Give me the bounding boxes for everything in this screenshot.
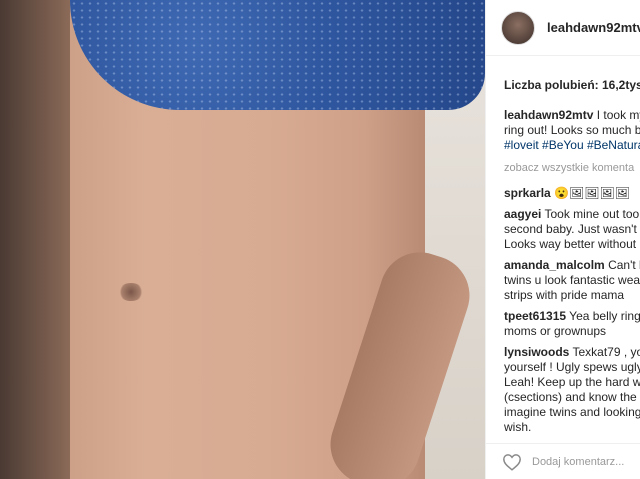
comment-item: tpeet61315 Yea belly rings moms or grown…	[504, 309, 640, 339]
post-header: leahdawn92mtv	[486, 0, 640, 56]
photo-blue-top	[70, 0, 485, 110]
post-photo[interactable]	[0, 0, 485, 479]
comment-author[interactable]: lynsiwoods	[504, 345, 569, 359]
photo-background	[0, 0, 70, 479]
comment-author[interactable]: aagyei	[504, 207, 541, 221]
comment-author[interactable]: tpeet61315	[504, 309, 566, 323]
comment-footer: Dodaj komentarz...	[486, 443, 640, 479]
comment-item: amanda_malcolm Can't b twins u look fant…	[504, 258, 640, 303]
avatar[interactable]	[501, 10, 535, 45]
comment-author[interactable]: sprkarla	[504, 186, 551, 200]
add-comment-input[interactable]: Dodaj komentarz...	[532, 456, 624, 468]
post-side-panel: leahdawn92mtv Liczba polubień: 16,2tys. …	[485, 0, 640, 479]
caption-text-line2: ring out! Looks so much b	[504, 123, 640, 137]
comment-author[interactable]: amanda_malcolm	[504, 258, 605, 272]
photo-navel	[118, 283, 144, 301]
comment-item: sprkarla 😮🖼🖼🖼🖼	[504, 186, 640, 201]
likes-count[interactable]: Liczba polubień: 16,2tys.	[486, 56, 640, 92]
comment-item: aagyei Took mine out too second baby. Ju…	[504, 207, 640, 252]
view-all-comments-link[interactable]: zobacz wszystkie komenta	[504, 161, 640, 176]
comment-text: 😮🖼🖼🖼🖼	[554, 186, 630, 200]
comments-list: leahdawn92mtv I took my ring out! Looks …	[504, 108, 640, 441]
caption: leahdawn92mtv I took my ring out! Looks …	[504, 108, 640, 153]
comment-item: lynsiwoods Texkat79 , you yourself ! Ugl…	[504, 345, 640, 435]
caption-hashtags[interactable]: #loveit #BeYou #BeNatura	[504, 138, 640, 152]
caption-text-line1: I took my	[596, 108, 640, 122]
heart-icon[interactable]	[502, 453, 522, 471]
username-link[interactable]: leahdawn92mtv	[547, 20, 640, 35]
caption-author[interactable]: leahdawn92mtv	[504, 108, 593, 122]
